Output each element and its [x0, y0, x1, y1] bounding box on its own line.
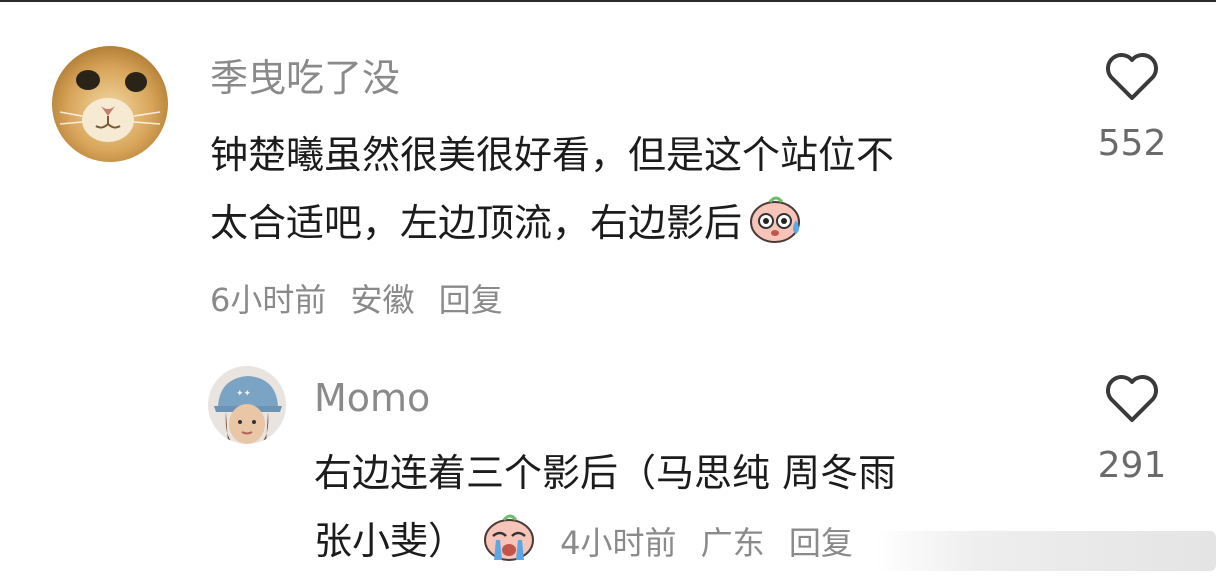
comment-text: 钟楚曦虽然很美很好看，但是这个站位不 太合适吧，左边顶流，右边影后: [210, 122, 1070, 266]
watermark-overlay: [876, 531, 1216, 571]
reply-button[interactable]: 回复: [439, 281, 503, 319]
comment-text-line2: 张小斐）: [314, 519, 467, 563]
username[interactable]: 季曳吃了没: [210, 56, 400, 100]
cat-avatar-icon: [52, 46, 168, 162]
heart-outline-icon: [1106, 375, 1158, 422]
hat-girl-avatar-icon: ✦✦: [208, 366, 286, 444]
heart-outline-icon: [1106, 53, 1158, 100]
svg-text:✦✦: ✦✦: [236, 389, 252, 399]
comment-text-line: 太合适吧，左边顶流，右边影后: [210, 188, 1070, 266]
like-count: 291: [1097, 445, 1167, 486]
like-button[interactable]: 552: [1092, 52, 1172, 164]
user-avatar[interactable]: [52, 46, 168, 162]
comment-text-line: 钟楚曦虽然很美很好看，但是这个站位不: [210, 133, 895, 177]
comment-time: 6小时前: [210, 281, 327, 319]
sweat-face-emoji-icon: [746, 188, 804, 266]
comment-text-line: 右边连着三个影后（马思纯 周冬雨: [314, 451, 897, 495]
comment-text-line2: 太合适吧，左边顶流，右边影后: [210, 201, 743, 245]
reply-button[interactable]: 回复: [789, 524, 853, 562]
user-avatar[interactable]: ✦✦: [208, 366, 286, 444]
comment-meta: 6小时前 安徽 回复: [210, 280, 517, 320]
like-count: 552: [1097, 123, 1167, 164]
comment-meta: 4小时前 广东 回复: [560, 524, 867, 562]
like-button[interactable]: 291: [1092, 374, 1172, 486]
comment-time: 4小时前: [560, 524, 677, 562]
comment-location: 安徽: [350, 281, 415, 319]
comment-location: 广东: [700, 524, 765, 562]
comment-item: 季曳吃了没 钟楚曦虽然很美很好看，但是这个站位不 太合适吧，左边顶流，右边影后 …: [0, 0, 1216, 340]
crying-face-emoji-icon: [480, 506, 538, 584]
username[interactable]: Momo: [314, 376, 430, 420]
